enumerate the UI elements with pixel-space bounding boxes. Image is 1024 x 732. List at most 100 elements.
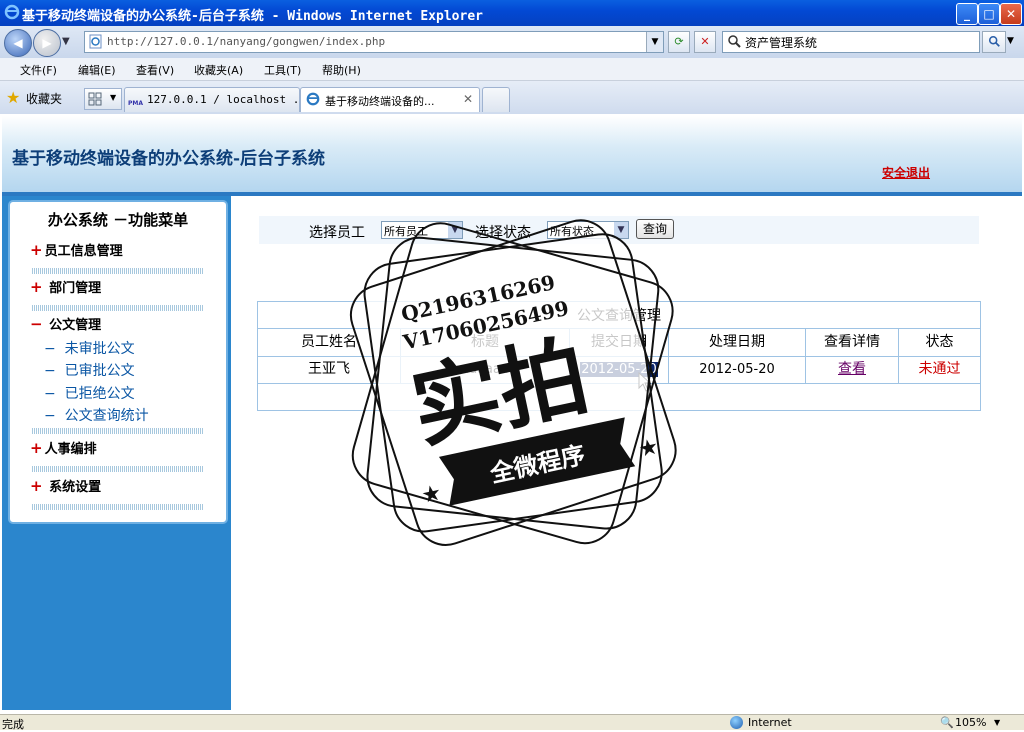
filter-bar: 选择员工 所有员工 ▼ 选择状态 所有状态 ▼ 查询 [259,216,979,244]
quick-tabs-button[interactable]: ▼ [84,88,122,110]
minimize-button[interactable]: _ [956,3,978,25]
menu-item-label: 已审批公文 [64,363,135,379]
expand-plus-icon: + [30,439,43,457]
menu-edit[interactable]: 编辑(E) [78,62,116,78]
cell-employee-name: 王亚飞 [258,356,401,384]
menu-group-label: 系统设置 [49,480,102,495]
col-header-process-date: 处理日期 [669,328,806,357]
quick-tabs-icon [88,92,102,106]
address-dropdown-icon[interactable]: ▼ [646,32,663,52]
menu-item-pending-docs[interactable]: − 未审批公文 [44,338,135,358]
function-menu: 办公系统 －功能菜单 + 员工信息管理 + 部门管理 − 公文管理 − 未审批公文… [8,200,228,524]
search-options-icon[interactable]: ▼ [1007,36,1014,46]
bullet-dash: − [44,386,56,402]
tab-office-system[interactable]: 基于移动终端设备的... ✕ [300,87,480,112]
page-icon [89,34,102,49]
close-tab-icon[interactable]: ✕ [463,92,473,106]
pma-icon: PMA [128,100,144,107]
bullet-dash: − [44,341,56,357]
bullet-dash: − [44,363,56,379]
ie-icon [4,4,20,20]
menu-group-hr-schedule[interactable]: + 人事编排 [30,438,97,457]
favorites-star-icon[interactable]: ★ [6,88,20,107]
menu-file[interactable]: 文件(F) [20,62,57,78]
menu-divider [32,466,204,472]
menu-group-label: 人事编排 [44,442,97,457]
address-bar-row: ◀ ▶ ▼ http://127.0.0.1/nanyang/gongwen/i… [0,26,1024,58]
expand-plus-icon: + [30,477,43,495]
status-bar: 完成 Internet 🔍 105% ▼ [0,714,1024,731]
menu-help[interactable]: 帮助(H) [322,62,361,78]
col-header-employee: 员工姓名 [258,328,401,357]
menu-item-rejected-docs[interactable]: − 已拒绝公文 [44,383,135,403]
document-query-table: 公文查询管理 员工姓名 标题 提交日期 处理日期 查看详情 状态 王亚飞 aaa… [257,301,981,411]
refresh-icon[interactable]: ⟳ [668,31,690,53]
sidebar: 办公系统 －功能菜单 + 员工信息管理 + 部门管理 − 公文管理 − 未审批公文… [2,196,231,710]
zoom-dropdown-icon[interactable]: ▼ [994,718,1000,727]
new-tab-button[interactable] [482,87,510,112]
menu-group-employee-info[interactable]: + 员工信息管理 [30,240,123,259]
col-header-status: 状态 [899,328,980,357]
url-text: http://127.0.0.1/nanyang/gongwen/index.p… [107,35,386,48]
menu-view[interactable]: 查看(V) [136,62,174,78]
col-header-detail: 查看详情 [806,328,899,357]
back-button[interactable]: ◀ [4,29,32,57]
close-window-button[interactable]: ✕ [1000,3,1022,25]
search-input[interactable]: 资产管理系统 [722,31,980,53]
web-page: 基于移动终端设备的办公系统-后台子系统 安全退出 办公系统 －功能菜单 + 员工信… [0,114,1024,714]
tab-list-dropdown-icon[interactable]: ▼ [110,93,116,102]
table-caption: 公文查询管理 [577,308,661,324]
menu-divider [32,428,204,434]
query-button[interactable]: 查询 [636,219,674,239]
employee-select[interactable]: 所有员工 ▼ [381,221,463,239]
employee-filter-label: 选择员工 [309,225,365,241]
employee-select-value: 所有员工 [384,225,428,238]
forward-button[interactable]: ▶ [33,29,61,57]
site-title: 基于移动终端设备的办公系统-后台子系统 [12,149,326,169]
menu-group-label: 公文管理 [49,318,102,333]
bullet-dash: − [44,408,56,424]
status-text: 完成 [2,718,24,731]
status-filter-label: 选择状态 [475,225,531,241]
cell-status: 未通过 [899,356,980,384]
maximize-button[interactable]: □ [978,3,1000,25]
menu-bar: 文件(F) 编辑(E) 查看(V) 收藏夹(A) 工具(T) 帮助(H) [0,58,1024,81]
cell-process-date: 2012-05-20 [669,356,806,384]
status-select-value: 所有状态 [550,225,594,238]
ie-page-icon [306,92,320,106]
magnifier-icon [988,35,1000,47]
menu-tools[interactable]: 工具(T) [264,62,301,78]
zoom-level[interactable]: 105% [955,716,986,729]
tab-office-system-label: 基于移动终端设备的... [325,95,435,108]
menu-item-label: 未审批公文 [64,341,135,357]
address-field[interactable]: http://127.0.0.1/nanyang/gongwen/index.p… [84,31,664,53]
collapse-minus-icon: − [30,315,43,333]
menu-title: 办公系统 －功能菜单 [47,211,189,229]
expand-plus-icon: + [30,241,43,259]
zoom-icon[interactable]: 🔍 [940,716,954,729]
chevron-down-icon: ▼ [614,222,628,238]
logout-link[interactable]: 安全退出 [882,164,930,181]
menu-item-label: 公文查询统计 [64,408,149,424]
menu-group-system-settings[interactable]: + 系统设置 [30,476,101,495]
menu-item-doc-query-stats[interactable]: − 公文查询统计 [44,405,149,425]
view-detail-link[interactable]: 查看 [838,361,866,377]
cell-detail: 查看 [806,356,899,384]
history-dropdown-icon[interactable]: ▼ [62,36,70,47]
status-select[interactable]: 所有状态 ▼ [547,221,629,239]
menu-favorites[interactable]: 收藏夹(A) [194,62,243,78]
menu-item-label: 已拒绝公文 [64,386,135,402]
search-go-button[interactable] [982,31,1006,53]
favorites-button[interactable]: 收藏夹 [26,90,62,107]
menu-group-department[interactable]: + 部门管理 [30,277,101,296]
search-text: 资产管理系统 [745,36,818,50]
menu-divider [32,268,204,274]
col-header-title: 标题 [401,328,570,357]
menu-item-approved-docs[interactable]: − 已审批公文 [44,360,135,380]
menu-divider [32,305,204,311]
mouse-cursor-icon [638,372,652,392]
menu-divider [32,504,204,510]
stop-icon[interactable]: ✕ [694,31,716,53]
menu-group-documents[interactable]: − 公文管理 [30,314,101,333]
tab-phpmyadmin[interactable]: PMA 127.0.0.1 / localhost ... [124,87,313,112]
